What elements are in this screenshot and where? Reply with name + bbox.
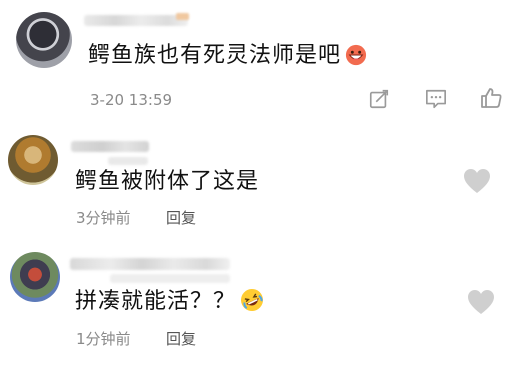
comment-text-body: 拼凑就能活？？ [75,289,237,314]
comment-icon[interactable] [424,88,448,110]
avatar[interactable] [10,252,60,302]
heart-icon[interactable] [466,288,496,316]
user-badge-blurred [176,13,189,20]
grinning-face-icon [345,44,367,66]
username-blurred[interactable] [71,141,149,152]
username-blurred [108,157,148,165]
comment-timestamp: 3-20 13:59 [90,91,173,109]
comment-timestamp: 3分钟前 [76,209,131,227]
comment-timestamp: 1分钟前 [76,330,131,348]
rolling-on-floor-laughing-icon [241,289,264,311]
username-blurred [110,274,230,283]
reply-button[interactable]: 回复 [166,207,196,228]
avatar[interactable] [16,12,72,68]
edit-icon[interactable] [368,88,390,110]
comment-text: 拼凑就能活？？ [75,288,264,316]
avatar[interactable] [8,135,58,185]
username-blurred[interactable] [84,15,188,26]
comment-text: 鳄鱼族也有死灵法师是吧 [88,42,367,70]
thumbs-up-icon[interactable] [479,86,503,110]
username-blurred[interactable] [70,258,230,270]
reply-button[interactable]: 回复 [166,328,196,349]
comment-text: 鳄鱼被附体了这是 [75,169,260,194]
heart-icon[interactable] [462,167,492,195]
comment-text-body: 鳄鱼族也有死灵法师是吧 [88,43,342,68]
